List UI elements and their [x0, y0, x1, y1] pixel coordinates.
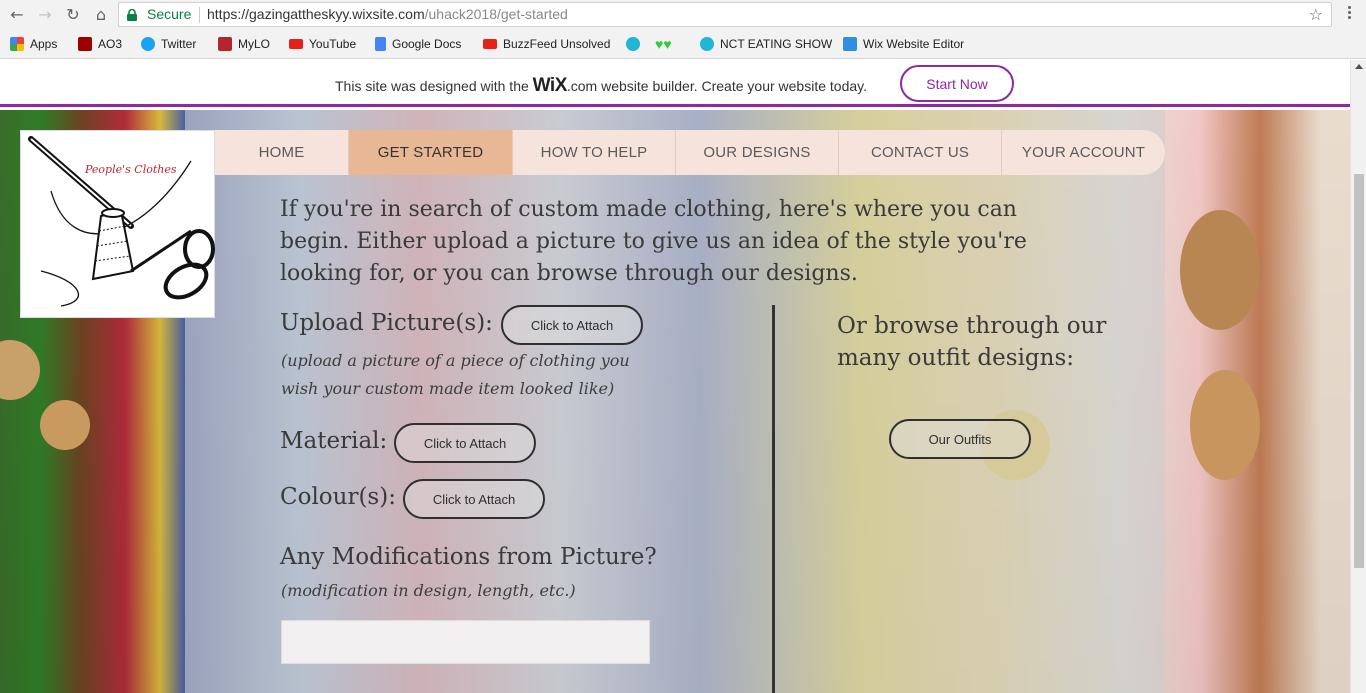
address-bar[interactable]: Secure https://gazingattheskyy.wixsite.c… — [118, 2, 1332, 27]
reload-icon[interactable]: ↻ — [62, 4, 84, 26]
bookmark-star-icon[interactable]: ☆ — [1309, 3, 1323, 26]
wix-logo: WiX — [532, 75, 568, 96]
mylo-icon — [218, 37, 232, 51]
browser-menu-icon[interactable] — [1338, 4, 1360, 26]
site-nav: HOME GET STARTED HOW TO HELP OUR DESIGNS… — [215, 130, 1165, 175]
url-separator — [199, 7, 200, 23]
site-logo[interactable]: People's Clothes — [20, 130, 215, 318]
nav-our-designs[interactable]: OUR DESIGNS — [676, 130, 839, 175]
bookmark-apps[interactable]: Apps — [10, 36, 57, 52]
lock-icon — [127, 9, 137, 21]
bookmark-face[interactable] — [626, 36, 646, 52]
nav-contact-us[interactable]: CONTACT US — [839, 130, 1002, 175]
upload-note: (upload a picture of a piece of clothing… — [281, 351, 630, 398]
modifications-note: (modification in design, length, etc.) — [281, 581, 576, 600]
google-docs-icon — [375, 37, 386, 51]
logo-text: People's Clothes — [85, 163, 177, 176]
upload-attach-button[interactable]: Click to Attach — [501, 305, 643, 345]
bookmark-ao3[interactable]: AO3 — [78, 36, 122, 52]
wix-promo-text: This site was designed with the WiX.com … — [335, 75, 867, 96]
colour-label: Colour(s): — [280, 484, 396, 510]
start-now-button[interactable]: Start Now — [900, 65, 1014, 102]
nav-your-account[interactable]: YOUR ACCOUNT — [1002, 130, 1165, 175]
bookmark-face-icon — [700, 37, 714, 51]
page-viewport: This site was designed with the WiX.com … — [0, 60, 1366, 693]
bookmark-google-docs[interactable]: Google Docs — [375, 36, 461, 52]
scroll-thumb[interactable] — [1354, 174, 1364, 568]
page-scrollbar[interactable] — [1350, 60, 1366, 693]
nav-how-to-help[interactable]: HOW TO HELP — [513, 130, 676, 175]
apps-grid-icon — [10, 37, 24, 51]
green-hearts-icon: ♥♥ — [655, 36, 672, 52]
wix-promo-banner: This site was designed with the WiX.com … — [0, 60, 1350, 107]
secure-label: Secure — [147, 6, 192, 22]
ao3-icon — [78, 37, 92, 51]
colour-attach-button[interactable]: Click to Attach — [403, 479, 545, 519]
wix-editor-icon — [843, 37, 857, 51]
bookmark-green-hearts[interactable]: ♥♥ — [655, 36, 672, 52]
url-path: /uhack2018/get-started — [424, 6, 568, 22]
intro-text: If you're in search of custom made cloth… — [280, 197, 1027, 286]
modifications-label: Any Modifications from Picture? — [280, 544, 657, 570]
url-host: https://gazingattheskyy.wixsite.com — [207, 6, 425, 22]
youtube-play-icon — [289, 39, 303, 49]
bookmark-youtube[interactable]: YouTube — [289, 36, 356, 52]
bookmarks-bar: Apps AO3 Twitter MyLO YouTube Google Doc… — [0, 30, 1366, 59]
scroll-up-arrow-icon[interactable] — [1355, 64, 1363, 69]
bookmark-nct-eating-show[interactable]: NCT EATING SHOW — [700, 36, 832, 52]
nav-get-started[interactable]: GET STARTED — [349, 130, 513, 175]
twitter-bird-icon — [141, 37, 155, 51]
material-attach-button[interactable]: Click to Attach — [394, 423, 536, 463]
browse-designs-label: Or browse through our many outfit design… — [837, 313, 1107, 371]
modifications-input[interactable] — [281, 620, 650, 664]
our-outfits-button[interactable]: Our Outfits — [889, 419, 1031, 459]
bookmark-wix-editor[interactable]: Wix Website Editor — [843, 36, 964, 52]
bookmark-buzzfeed-unsolved[interactable]: BuzzFeed Unsolved — [483, 36, 610, 52]
youtube-play-icon — [483, 39, 497, 49]
browser-toolbar: ← → ↻ ⌂ Secure https://gazingattheskyy.w… — [0, 0, 1366, 30]
bookmark-face-icon — [626, 37, 640, 51]
back-arrow-icon[interactable]: ← — [6, 4, 28, 26]
forward-arrow-icon[interactable]: → — [34, 4, 56, 26]
nav-home[interactable]: HOME — [215, 130, 349, 175]
needle-thimble-scissors-icon — [28, 136, 215, 307]
upload-picture-label: Upload Picture(s): — [280, 310, 493, 336]
material-label: Material: — [280, 428, 388, 454]
url-text[interactable]: https://gazingattheskyy.wixsite.com/uhac… — [207, 3, 568, 26]
home-icon[interactable]: ⌂ — [90, 4, 112, 26]
bookmark-twitter[interactable]: Twitter — [141, 36, 196, 52]
bookmark-mylo[interactable]: MyLO — [218, 36, 270, 52]
column-divider — [772, 305, 775, 693]
